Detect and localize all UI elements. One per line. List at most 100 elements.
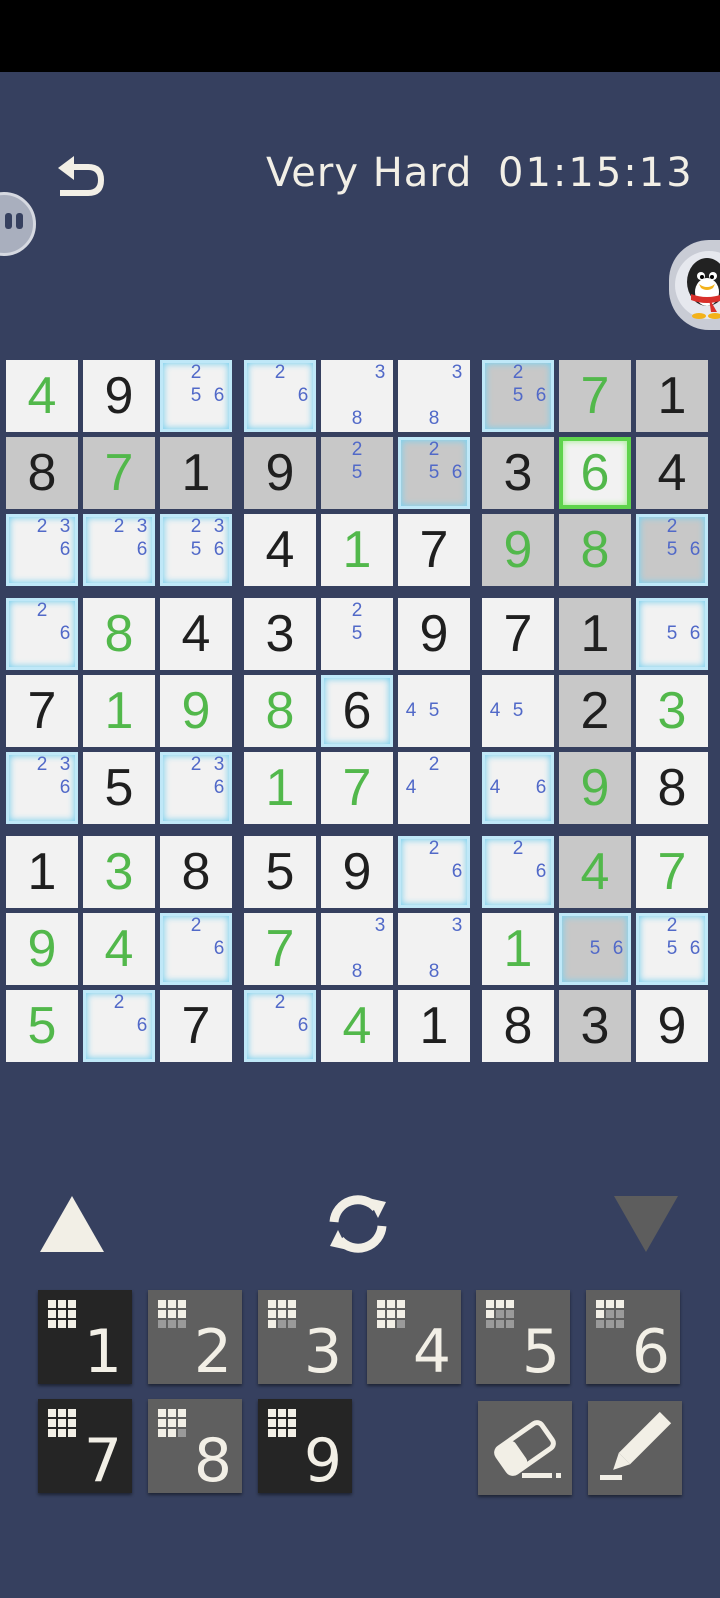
sudoku-cell[interactable]: 3	[482, 437, 554, 509]
sudoku-cell[interactable]: 5	[244, 836, 316, 908]
pencil-note: 6	[136, 1015, 148, 1036]
sudoku-cell[interactable]: 1	[321, 514, 393, 586]
number-key-4[interactable]: 4	[367, 1290, 461, 1384]
sudoku-cell[interactable]: 45	[398, 675, 470, 747]
sudoku-cell[interactable]: 26	[244, 990, 316, 1062]
sudoku-cell[interactable]: 256	[636, 913, 708, 985]
sudoku-cell[interactable]: 236	[6, 514, 78, 586]
sudoku-cell[interactable]: 4	[559, 836, 631, 908]
triangle-up-icon[interactable]	[40, 1196, 104, 1252]
sudoku-cell[interactable]: 8	[244, 675, 316, 747]
sudoku-cell[interactable]: 9	[244, 437, 316, 509]
sudoku-cell[interactable]: 4	[321, 990, 393, 1062]
number-key-3[interactable]: 3	[258, 1290, 352, 1384]
floating-assistant-button[interactable]	[0, 192, 36, 256]
sudoku-cell[interactable]: 56	[636, 598, 708, 670]
cell-digit: 4	[265, 521, 295, 579]
sudoku-cell[interactable]: 7	[482, 598, 554, 670]
sudoku-cell[interactable]: 7	[559, 360, 631, 432]
sudoku-cell[interactable]: 56	[559, 913, 631, 985]
sudoku-cell[interactable]: 9	[559, 752, 631, 824]
sudoku-cell[interactable]: 38	[321, 360, 393, 432]
sudoku-cell[interactable]: 1	[636, 360, 708, 432]
sudoku-cell[interactable]: 6	[321, 675, 393, 747]
sudoku-cell[interactable]: 236	[6, 752, 78, 824]
number-key-7[interactable]: 7	[38, 1399, 132, 1493]
number-key-1[interactable]: 1	[38, 1290, 132, 1384]
sudoku-cell[interactable]: 7	[321, 752, 393, 824]
sudoku-cell[interactable]: 1	[6, 836, 78, 908]
sudoku-cell[interactable]: 2356	[160, 514, 232, 586]
sudoku-cell[interactable]: 8	[160, 836, 232, 908]
sudoku-cell[interactable]: 3	[244, 598, 316, 670]
sudoku-cell[interactable]: 4	[636, 437, 708, 509]
sudoku-cell[interactable]: 25	[321, 598, 393, 670]
sudoku-cell[interactable]: 4	[83, 913, 155, 985]
sudoku-cell[interactable]: 46	[482, 752, 554, 824]
sudoku-cell[interactable]: 7	[6, 675, 78, 747]
sudoku-cell[interactable]: 7	[398, 514, 470, 586]
sudoku-cell[interactable]: 4	[160, 598, 232, 670]
sudoku-cell[interactable]: 7	[636, 836, 708, 908]
sudoku-cell[interactable]: 26	[160, 913, 232, 985]
sudoku-cell[interactable]: 3	[559, 990, 631, 1062]
sudoku-cell[interactable]: 26	[244, 360, 316, 432]
sudoku-cell[interactable]: 1	[482, 913, 554, 985]
sudoku-cell[interactable]: 7	[244, 913, 316, 985]
sudoku-cell[interactable]: 236	[160, 752, 232, 824]
sudoku-cell[interactable]: 9	[398, 598, 470, 670]
sudoku-cell[interactable]: 9	[321, 836, 393, 908]
sudoku-cell[interactable]: 1	[559, 598, 631, 670]
sudoku-cell[interactable]: 8	[6, 437, 78, 509]
sudoku-cell[interactable]: 26	[482, 836, 554, 908]
sudoku-cell[interactable]: 9	[6, 913, 78, 985]
sudoku-cell[interactable]: 25	[321, 437, 393, 509]
sudoku-cell[interactable]: 8	[83, 598, 155, 670]
sudoku-cell[interactable]: 256	[398, 437, 470, 509]
sudoku-cell[interactable]: 9	[83, 360, 155, 432]
number-key-5[interactable]: 5	[476, 1290, 570, 1384]
sudoku-cell[interactable]: 24	[398, 752, 470, 824]
sudoku-cell[interactable]: 6	[559, 437, 631, 509]
number-key-9[interactable]: 9	[258, 1399, 352, 1493]
eraser-button[interactable]	[478, 1401, 572, 1495]
sudoku-cell[interactable]: 9	[160, 675, 232, 747]
number-key-2[interactable]: 2	[148, 1290, 242, 1384]
sudoku-cell[interactable]: 1	[160, 437, 232, 509]
sudoku-cell[interactable]: 5	[83, 752, 155, 824]
penguin-avatar[interactable]	[669, 240, 720, 330]
sudoku-cell[interactable]: 4	[244, 514, 316, 586]
triangle-down-icon[interactable]	[614, 1196, 678, 1252]
sudoku-cell[interactable]: 4	[6, 360, 78, 432]
sudoku-cell[interactable]: 8	[482, 990, 554, 1062]
sudoku-cell[interactable]: 9	[482, 514, 554, 586]
sudoku-cell[interactable]: 2	[559, 675, 631, 747]
sudoku-cell[interactable]: 38	[321, 913, 393, 985]
sudoku-cell[interactable]: 3	[636, 675, 708, 747]
sudoku-cell[interactable]: 38	[398, 913, 470, 985]
sudoku-cell[interactable]: 26	[6, 598, 78, 670]
sudoku-cell[interactable]: 26	[83, 990, 155, 1062]
sudoku-cell[interactable]: 45	[482, 675, 554, 747]
number-key-8[interactable]: 8	[148, 1399, 242, 1493]
refresh-icon[interactable]	[324, 1192, 392, 1256]
sudoku-cell[interactable]: 38	[398, 360, 470, 432]
sudoku-cell[interactable]: 7	[83, 437, 155, 509]
number-key-6[interactable]: 6	[586, 1290, 680, 1384]
sudoku-cell[interactable]: 3	[83, 836, 155, 908]
sudoku-cell[interactable]: 236	[83, 514, 155, 586]
sudoku-cell[interactable]: 8	[559, 514, 631, 586]
sudoku-cell[interactable]: 256	[160, 360, 232, 432]
sudoku-cell[interactable]: 256	[636, 514, 708, 586]
sudoku-cell[interactable]: 26	[398, 836, 470, 908]
sudoku-cell[interactable]: 256	[482, 360, 554, 432]
pencil-button[interactable]	[588, 1401, 682, 1495]
sudoku-cell[interactable]: 8	[636, 752, 708, 824]
sudoku-cell[interactable]: 1	[398, 990, 470, 1062]
sudoku-cell[interactable]: 1	[83, 675, 155, 747]
sudoku-cell[interactable]: 7	[160, 990, 232, 1062]
sudoku-cell[interactable]: 5	[6, 990, 78, 1062]
sudoku-cell[interactable]: 1	[244, 752, 316, 824]
sudoku-cell[interactable]: 9	[636, 990, 708, 1062]
back-arrow-icon[interactable]	[50, 152, 110, 204]
